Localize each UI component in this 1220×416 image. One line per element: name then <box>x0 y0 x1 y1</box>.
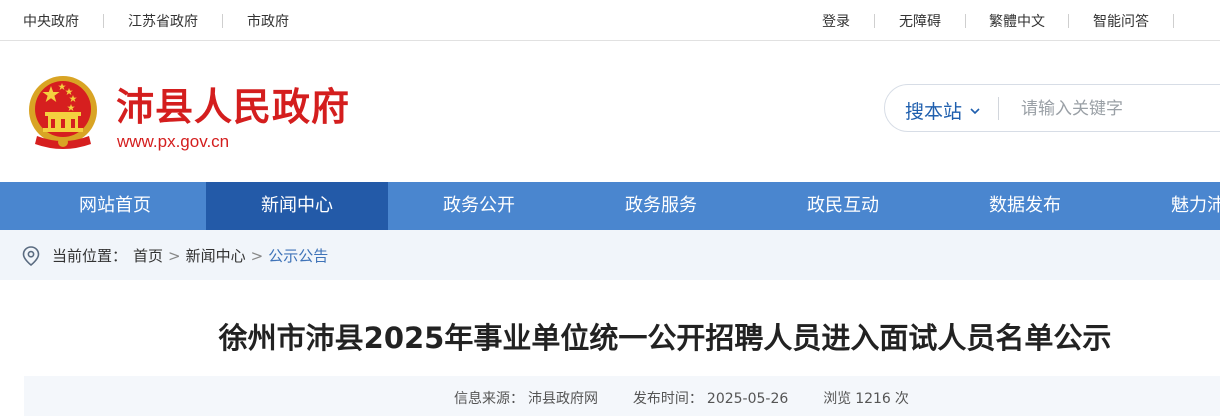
article-meta-bar: 信息来源： 沛县政府网 发布时间： 2025-05-26 浏览 1216 次 <box>24 376 1220 416</box>
nav-item-data-release[interactable]: 数据发布 <box>934 182 1116 230</box>
article-title: 徐州市沛县2025年事业单位统一公开招聘人员进入面试人员名单公示 <box>218 321 1112 355</box>
top-right-links: 登录 无障碍 繁體中文 智能问答 <box>822 11 1174 31</box>
nav-item-home[interactable]: 网站首页 <box>24 182 206 230</box>
divider <box>1173 14 1174 28</box>
search-scope-select[interactable]: 搜本站 <box>905 97 982 124</box>
location-pin-icon <box>22 245 40 266</box>
site-url[interactable]: www.px.gov.cn <box>117 132 229 152</box>
breadcrumb-current[interactable]: 公示公告 <box>268 245 328 266</box>
breadcrumb-home[interactable]: 首页 <box>133 245 163 266</box>
top-left-links: 中央政府 江苏省政府 市政府 <box>23 11 289 31</box>
link-jiangsu-government[interactable]: 江苏省政府 <box>128 11 198 31</box>
site-name[interactable]: 沛县人民政府 <box>116 76 350 131</box>
search-box: 搜本站 <box>884 84 1220 132</box>
national-emblem-icon[interactable] <box>27 74 99 152</box>
divider <box>965 14 966 28</box>
accessibility-link[interactable]: 无障碍 <box>899 11 941 31</box>
article-meta: 信息来源： 沛县政府网 发布时间： 2025-05-26 浏览 1216 次 <box>454 388 913 408</box>
top-utility-bar: 中央政府 江苏省政府 市政府 登录 无障碍 繁體中文 智能问答 <box>0 0 1220 41</box>
smart-qa-link[interactable]: 智能问答 <box>1093 11 1149 31</box>
main-nav: 网站首页 新闻中心 政务公开 政务服务 政民互动 数据发布 魅力沛县 <box>0 182 1220 230</box>
breadcrumb: 当前位置： 首页 > 新闻中心 > 公示公告 <box>22 245 328 266</box>
breadcrumb-separator: > <box>250 246 264 265</box>
nav-item-public-interaction[interactable]: 政民互动 <box>752 182 934 230</box>
divider <box>103 14 104 28</box>
nav-item-government-affairs[interactable]: 政务公开 <box>388 182 570 230</box>
source-label: 信息来源： <box>454 391 524 407</box>
divider <box>1068 14 1069 28</box>
date-label: 发布时间： <box>632 391 703 407</box>
search-input[interactable] <box>1007 95 1220 122</box>
nav-item-news-center[interactable]: 新闻中心 <box>206 182 388 230</box>
search-divider <box>998 97 999 120</box>
breadcrumb-prefix: 当前位置： <box>52 247 128 265</box>
site-header: 沛县人民政府 www.px.gov.cn 搜本站 <box>0 41 1220 182</box>
breadcrumb-separator: > <box>168 246 181 265</box>
views-count: 1216 <box>855 391 891 407</box>
breadcrumb-bar: 当前位置： 首页 > 新闻中心 > 公示公告 <box>0 230 1220 280</box>
views-unit: 次 <box>894 391 909 407</box>
chevron-down-icon <box>970 107 980 114</box>
divider <box>222 14 223 28</box>
date-value: 2025-05-26 <box>706 391 789 407</box>
nav-item-charm-peixian[interactable]: 魅力沛县 <box>1116 182 1220 230</box>
nav-item-government-services[interactable]: 政务服务 <box>570 182 752 230</box>
traditional-chinese-link[interactable]: 繁體中文 <box>989 11 1045 31</box>
link-city-government[interactable]: 市政府 <box>247 11 289 31</box>
divider <box>874 14 875 28</box>
login-link[interactable]: 登录 <box>822 11 850 31</box>
views-label: 浏览 <box>823 391 852 407</box>
source-value: 沛县政府网 <box>528 391 598 407</box>
search-scope-label: 搜本站 <box>905 101 963 123</box>
breadcrumb-news-center[interactable]: 新闻中心 <box>186 245 246 266</box>
link-central-government[interactable]: 中央政府 <box>23 11 79 31</box>
